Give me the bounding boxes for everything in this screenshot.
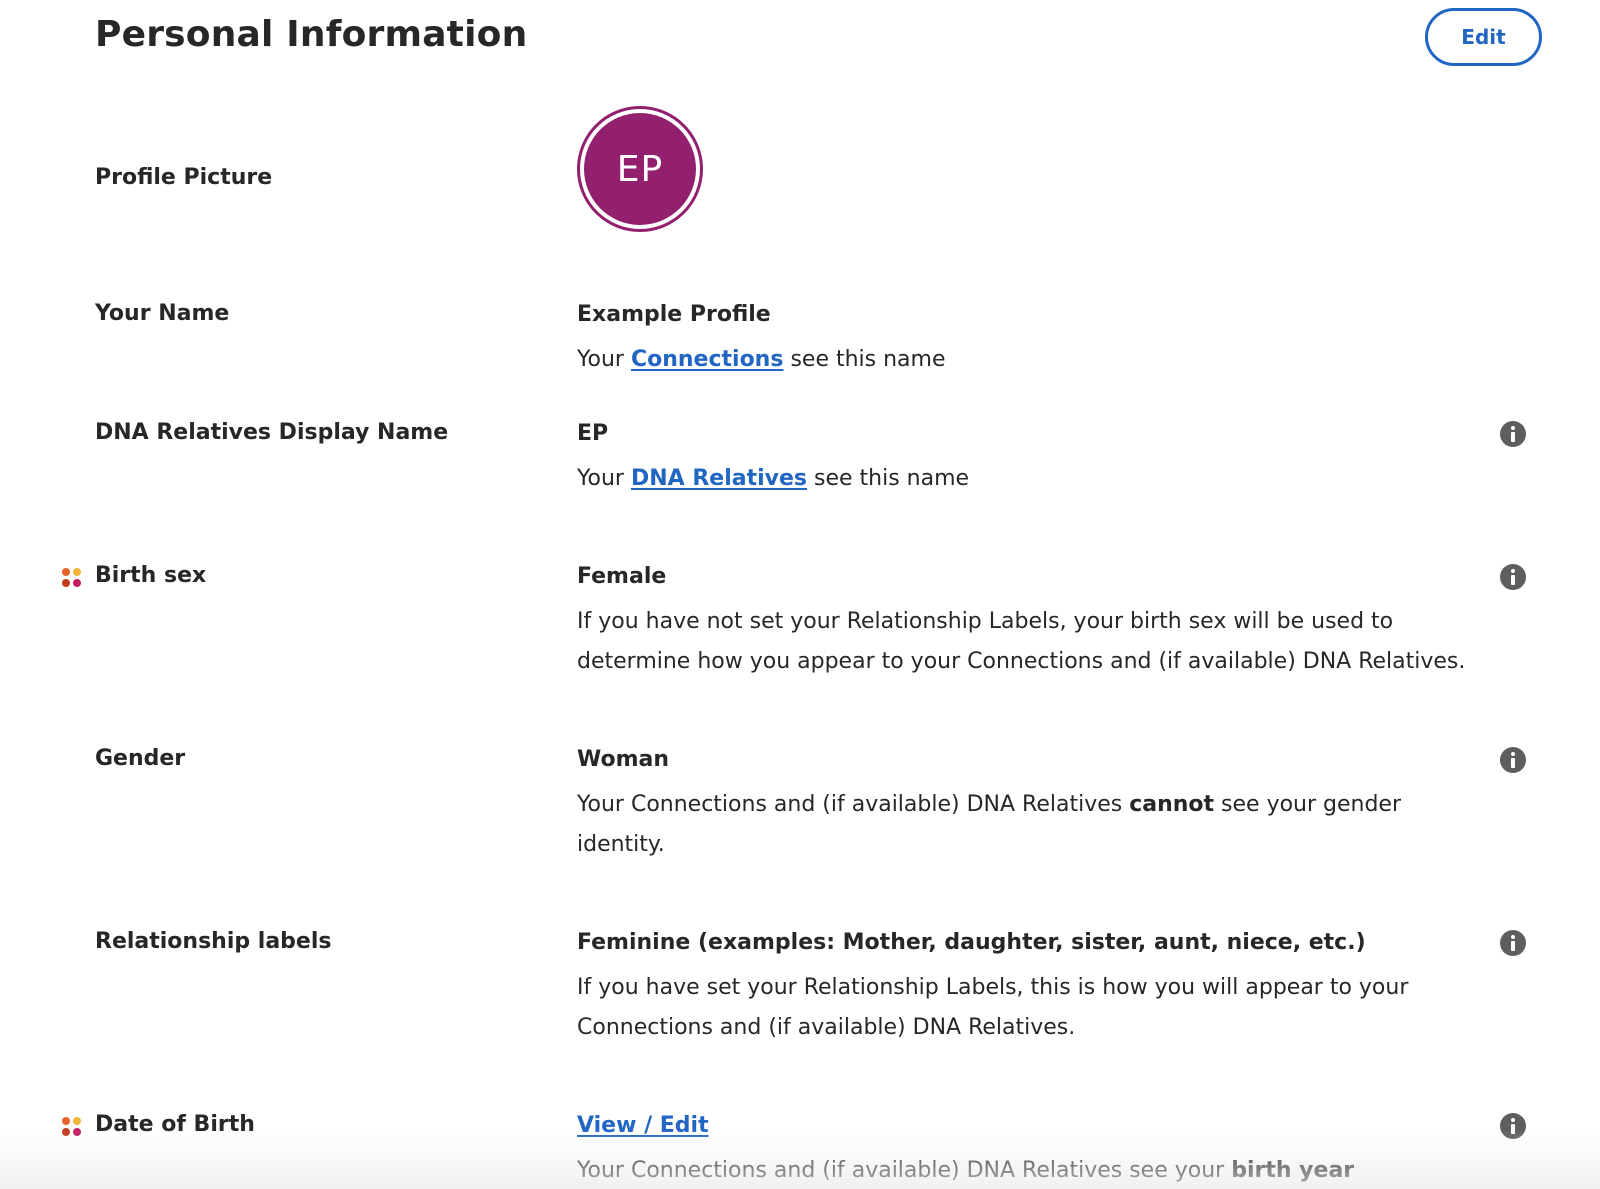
- info-icon[interactable]: [1500, 747, 1526, 773]
- gender-value: Woman: [577, 747, 670, 772]
- info-icon[interactable]: [1500, 930, 1526, 956]
- your-name-label: Your Name: [95, 301, 230, 326]
- dna-display-name-value: EP: [577, 421, 609, 446]
- date-of-birth-value-block: View / Edit Your Connections and (if ava…: [577, 1112, 1507, 1189]
- dna-relatives-link[interactable]: DNA Relatives: [631, 466, 807, 491]
- your-name-desc-suffix: see this name: [783, 347, 946, 372]
- dna-display-name-desc-prefix: Your: [577, 466, 631, 491]
- birth-sex-value: Female: [577, 564, 667, 589]
- info-icon[interactable]: [1500, 421, 1526, 447]
- birth-sex-desc: If you have not set your Relationship La…: [577, 609, 1466, 674]
- date-of-birth-desc-prefix: Your Connections and (if available) DNA …: [577, 1158, 1232, 1183]
- your-name-value-block: Example Profile Your Connections see thi…: [577, 301, 1507, 380]
- relationship-labels-value-block: Feminine (examples: Mother, daughter, si…: [577, 929, 1457, 1047]
- gender-desc-bold: cannot: [1129, 792, 1215, 817]
- birth-sex-label: Birth sex: [95, 563, 207, 588]
- birth-sex-value-block: Female If you have not set your Relation…: [577, 563, 1507, 681]
- dna-display-name-label: DNA Relatives Display Name: [95, 420, 449, 445]
- your-name-desc-prefix: Your: [577, 347, 631, 372]
- profile-picture-label: Profile Picture: [95, 165, 273, 190]
- gender-label: Gender: [95, 746, 186, 771]
- avatar-initials: EP: [584, 113, 696, 225]
- relationship-labels-value: Feminine (examples: Mother, daughter, si…: [577, 930, 1366, 955]
- gender-value-block: Woman Your Connections and (if available…: [577, 746, 1457, 864]
- your-name-value: Example Profile: [577, 302, 771, 327]
- connections-link[interactable]: Connections: [631, 347, 783, 372]
- info-icon[interactable]: [1500, 1113, 1526, 1139]
- view-edit-link[interactable]: View / Edit: [577, 1113, 709, 1138]
- info-icon[interactable]: [1500, 564, 1526, 590]
- dna-display-name-desc-suffix: see this name: [807, 466, 970, 491]
- edit-button[interactable]: Edit: [1425, 8, 1542, 66]
- avatar: EP: [577, 106, 703, 232]
- dna-display-name-value-block: EP Your DNA Relatives see this name: [577, 420, 1507, 499]
- genetic-data-dots-icon: [62, 1117, 82, 1137]
- genetic-data-dots-icon: [62, 568, 82, 588]
- date-of-birth-desc-bold: birth year: [1231, 1158, 1355, 1183]
- date-of-birth-label: Date of Birth: [95, 1112, 255, 1137]
- gender-desc-prefix: Your Connections and (if available) DNA …: [577, 792, 1130, 817]
- page-title: Personal Information: [95, 14, 528, 55]
- relationship-labels-desc: If you have set your Relationship Labels…: [577, 975, 1409, 1040]
- relationship-labels-label: Relationship labels: [95, 929, 332, 954]
